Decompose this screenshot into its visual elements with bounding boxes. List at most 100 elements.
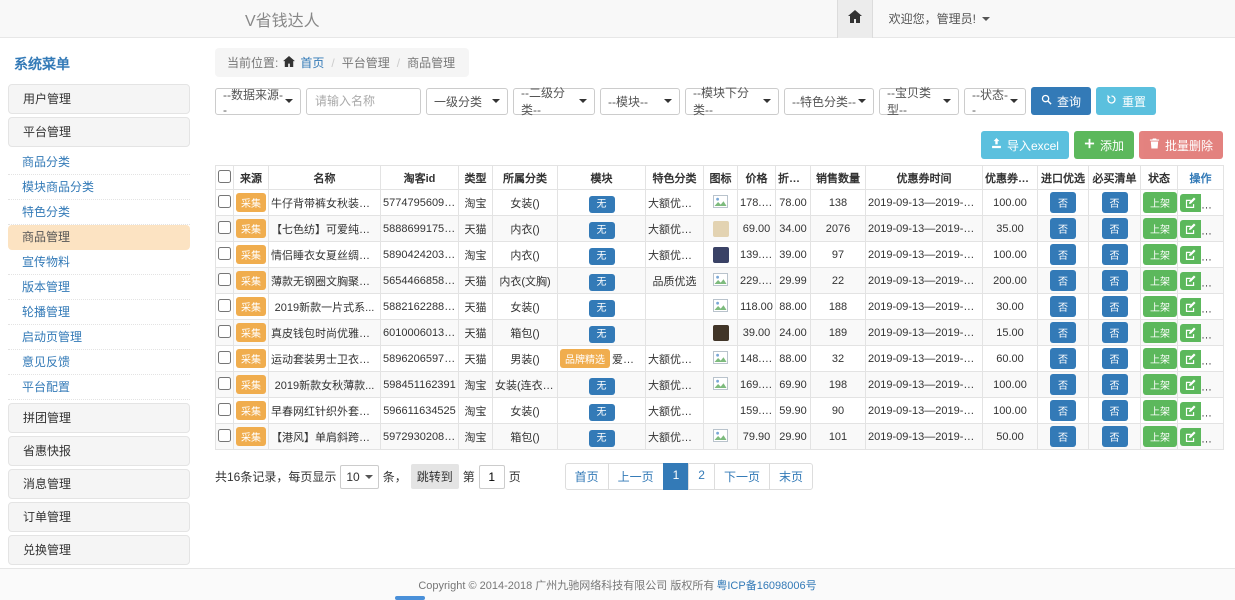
import-select-toggle[interactable]: 否 bbox=[1050, 270, 1076, 291]
import-select-toggle[interactable]: 否 bbox=[1050, 374, 1076, 395]
import-select-toggle[interactable]: 否 bbox=[1050, 218, 1076, 239]
must-buy-toggle[interactable]: 否 bbox=[1102, 218, 1128, 239]
sidebar-group[interactable]: 拼团管理 bbox=[8, 403, 190, 433]
edit-button[interactable] bbox=[1180, 272, 1201, 290]
sidebar-item[interactable]: 商品分类 bbox=[8, 150, 190, 175]
row-checkbox[interactable] bbox=[218, 247, 231, 260]
filter-select[interactable]: --二级分类-- bbox=[513, 88, 595, 115]
jump-button[interactable]: 跳转到 bbox=[411, 464, 459, 489]
filter-select[interactable]: 一级分类 bbox=[426, 88, 508, 115]
page-button[interactable]: 1 bbox=[663, 463, 690, 490]
status-button[interactable]: 上架 bbox=[1143, 426, 1177, 447]
home-button[interactable] bbox=[837, 0, 873, 38]
sidebar-group[interactable]: 订单管理 bbox=[8, 502, 190, 532]
row-checkbox[interactable] bbox=[218, 195, 231, 208]
filter-select-label: --数据来源-- bbox=[223, 86, 285, 117]
filter-select[interactable]: --特色分类-- bbox=[784, 88, 874, 115]
sidebar-item[interactable]: 平台配置 bbox=[8, 375, 190, 400]
status-button[interactable]: 上架 bbox=[1143, 400, 1177, 421]
edit-button[interactable] bbox=[1180, 194, 1201, 212]
status-button[interactable]: 上架 bbox=[1143, 270, 1177, 291]
must-buy-toggle[interactable]: 否 bbox=[1102, 374, 1128, 395]
sidebar-group[interactable]: 平台管理 bbox=[8, 117, 190, 147]
page-button[interactable]: 首页 bbox=[565, 463, 609, 490]
sidebar-item[interactable]: 商品管理 bbox=[8, 225, 190, 250]
edit-button[interactable] bbox=[1180, 350, 1201, 368]
status-button[interactable]: 上架 bbox=[1143, 374, 1177, 395]
per-page-select[interactable]: 10 bbox=[340, 465, 378, 489]
import-select-toggle[interactable]: 否 bbox=[1050, 244, 1076, 265]
page-button[interactable]: 2 bbox=[688, 463, 715, 490]
sidebar-item[interactable]: 特色分类 bbox=[8, 200, 190, 225]
icp-link[interactable]: 粤ICP备16098006号 bbox=[716, 577, 816, 593]
sidebar-item[interactable]: 版本管理 bbox=[8, 275, 190, 300]
edit-button[interactable] bbox=[1180, 220, 1201, 238]
row-checkbox[interactable] bbox=[218, 221, 231, 234]
edit-button[interactable] bbox=[1180, 428, 1201, 446]
filter-select[interactable]: --数据来源-- bbox=[215, 88, 301, 115]
row-checkbox[interactable] bbox=[218, 429, 231, 442]
row-checkbox[interactable] bbox=[218, 351, 231, 364]
add-button[interactable]: 添加 bbox=[1074, 131, 1134, 159]
sidebar-group[interactable]: 消息管理 bbox=[8, 469, 190, 499]
page-button[interactable]: 下一页 bbox=[714, 463, 770, 490]
sidebar-group[interactable]: 用户管理 bbox=[8, 84, 190, 114]
must-buy-toggle[interactable]: 否 bbox=[1102, 400, 1128, 421]
row-checkbox[interactable] bbox=[218, 403, 231, 416]
import-select-toggle[interactable]: 否 bbox=[1050, 400, 1076, 421]
sidebar-group[interactable]: 省惠快报 bbox=[8, 436, 190, 466]
name-search-input[interactable] bbox=[306, 88, 421, 115]
page-button[interactable]: 末页 bbox=[769, 463, 813, 490]
import-select-toggle[interactable]: 否 bbox=[1050, 192, 1076, 213]
import-select-toggle[interactable]: 否 bbox=[1050, 348, 1076, 369]
row-checkbox[interactable] bbox=[218, 273, 231, 286]
sidebar-item[interactable]: 宣传物料 bbox=[8, 250, 190, 275]
sidebar-item[interactable]: 模块商品分类 bbox=[8, 175, 190, 200]
must-buy-toggle[interactable]: 否 bbox=[1102, 296, 1128, 317]
horizontal-scrollbar-thumb[interactable] bbox=[395, 596, 425, 600]
status-button[interactable]: 上架 bbox=[1143, 192, 1177, 213]
filter-select[interactable]: --状态-- bbox=[964, 88, 1026, 115]
row-checkbox[interactable] bbox=[218, 299, 231, 312]
sidebar-item[interactable]: 意见反馈 bbox=[8, 350, 190, 375]
row-checkbox[interactable] bbox=[218, 325, 231, 338]
status-button[interactable]: 上架 bbox=[1143, 244, 1177, 265]
module-cell: 品牌精选爱上运动 bbox=[558, 346, 646, 372]
sidebar-item[interactable]: 轮播管理 bbox=[8, 300, 190, 325]
status-button[interactable]: 上架 bbox=[1143, 322, 1177, 343]
must-buy-toggle[interactable]: 否 bbox=[1102, 244, 1128, 265]
edit-button[interactable] bbox=[1180, 402, 1201, 420]
must-buy-toggle[interactable]: 否 bbox=[1102, 426, 1128, 447]
import-select-toggle[interactable]: 否 bbox=[1050, 426, 1076, 447]
breadcrumb-home-link[interactable]: 首页 bbox=[300, 54, 324, 71]
edit-button[interactable] bbox=[1180, 298, 1201, 316]
must-buy-toggle[interactable]: 否 bbox=[1102, 270, 1128, 291]
must-buy-toggle[interactable]: 否 bbox=[1102, 348, 1128, 369]
reset-button[interactable]: 重置 bbox=[1096, 87, 1156, 115]
source-cell: 采集 bbox=[234, 294, 269, 320]
batch-delete-button[interactable]: 批量删除 bbox=[1139, 131, 1223, 159]
filter-select[interactable]: --模块下分类-- bbox=[685, 88, 779, 115]
status-button[interactable]: 上架 bbox=[1143, 348, 1177, 369]
edit-button[interactable] bbox=[1180, 376, 1201, 394]
edit-button[interactable] bbox=[1180, 246, 1201, 264]
import-select-toggle[interactable]: 否 bbox=[1050, 296, 1076, 317]
sidebar-item[interactable]: 启动页管理 bbox=[8, 325, 190, 350]
filter-controls: --数据来源-- 一级分类--二级分类----模块----模块下分类----特色分… bbox=[215, 88, 1026, 115]
edit-button[interactable] bbox=[1180, 324, 1201, 342]
sidebar-group[interactable]: 兑换管理 bbox=[8, 535, 190, 565]
row-checkbox[interactable] bbox=[218, 377, 231, 390]
filter-select[interactable]: --模块-- bbox=[600, 88, 680, 115]
page-number-input[interactable] bbox=[479, 465, 505, 489]
select-all-checkbox[interactable] bbox=[218, 170, 231, 183]
filter-select[interactable]: --宝贝类型-- bbox=[879, 88, 959, 115]
status-button[interactable]: 上架 bbox=[1143, 218, 1177, 239]
user-menu[interactable]: 欢迎您，管理员! bbox=[889, 10, 990, 27]
query-button[interactable]: 查询 bbox=[1031, 87, 1091, 115]
page-button[interactable]: 上一页 bbox=[608, 463, 664, 490]
status-button[interactable]: 上架 bbox=[1143, 296, 1177, 317]
import-excel-button[interactable]: 导入excel bbox=[981, 131, 1069, 159]
must-buy-toggle[interactable]: 否 bbox=[1102, 322, 1128, 343]
import-select-toggle[interactable]: 否 bbox=[1050, 322, 1076, 343]
must-buy-toggle[interactable]: 否 bbox=[1102, 192, 1128, 213]
